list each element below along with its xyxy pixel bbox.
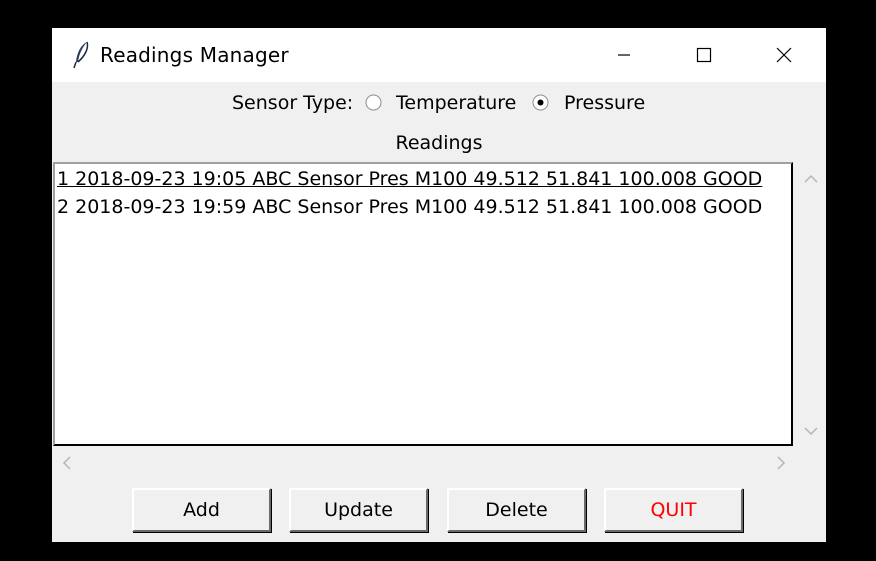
feather-icon [73, 41, 89, 69]
window-title: Readings Manager [100, 43, 289, 67]
delete-button[interactable]: Delete [447, 488, 586, 532]
add-button[interactable]: Add [132, 488, 271, 532]
scroll-left-icon[interactable] [62, 456, 72, 470]
scroll-down-icon[interactable] [804, 426, 818, 436]
scroll-right-icon[interactable] [776, 456, 786, 470]
maximize-icon [696, 47, 712, 63]
maximize-button[interactable] [664, 28, 744, 82]
minimize-button[interactable] [584, 28, 664, 82]
vertical-scrollbar[interactable] [796, 162, 826, 446]
close-button[interactable] [744, 28, 824, 82]
temperature-radio[interactable] [365, 94, 382, 111]
sensor-type-label: Sensor Type: [232, 92, 354, 114]
pressure-radio[interactable] [532, 94, 549, 111]
quit-button[interactable]: QUIT [604, 488, 743, 532]
readings-label: Readings [395, 132, 483, 154]
horizontal-scrollbar[interactable] [52, 448, 796, 478]
readings-manager-window: Readings Manager Sensor Type: Temperatur… [52, 28, 826, 542]
update-button[interactable]: Update [289, 488, 428, 532]
sensor-type-row: Sensor Type: Temperature Pressure [52, 90, 826, 120]
title-bar[interactable]: Readings Manager [52, 28, 826, 82]
temperature-radio-label[interactable]: Temperature [396, 92, 516, 114]
readings-listbox[interactable]: 1 2018-09-23 19:05 ABC Sensor Pres M100 … [53, 162, 793, 446]
pressure-radio-label[interactable]: Pressure [564, 92, 645, 114]
minimize-icon [618, 54, 630, 56]
list-item[interactable]: 1 2018-09-23 19:05 ABC Sensor Pres M100 … [57, 168, 762, 190]
close-icon [776, 47, 792, 63]
scroll-up-icon[interactable] [804, 174, 818, 184]
list-item[interactable]: 2 2018-09-23 19:59 ABC Sensor Pres M100 … [57, 196, 762, 218]
